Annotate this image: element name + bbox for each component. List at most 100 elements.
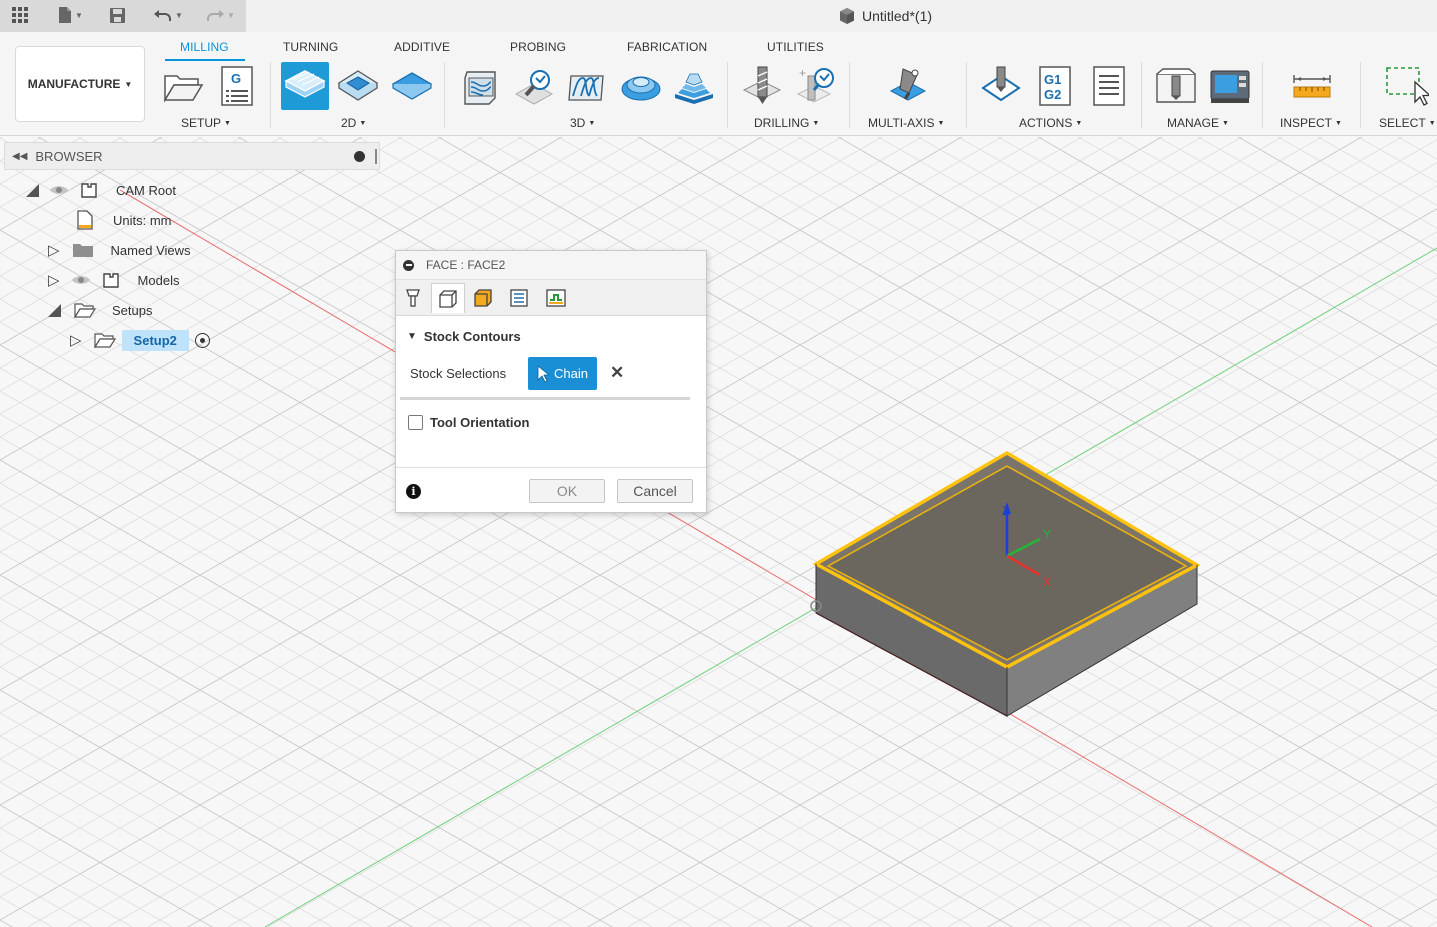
tool-orientation-row[interactable]: Tool Orientation (408, 415, 529, 430)
file-menu-button[interactable]: ▼ (50, 0, 90, 30)
chevron-down-icon: ▼ (1222, 119, 1229, 127)
select-tool-button[interactable] (1382, 62, 1430, 110)
tree-item-setups[interactable]: Setups (48, 298, 152, 322)
cancel-button[interactable]: Cancel (617, 479, 693, 503)
setup-sheet-icon (1093, 66, 1125, 106)
group-multi-axis-label: MULTI-AXIS (868, 116, 935, 130)
chevron-down-icon: ▼ (1428, 119, 1436, 127)
tab-heights[interactable] (466, 283, 500, 313)
collapsed-arrow-icon[interactable]: ▷ (70, 331, 82, 349)
tree-item-models[interactable]: ▷ Models (48, 268, 179, 292)
units-document-icon (77, 210, 93, 230)
eye-icon[interactable] (49, 183, 69, 197)
2d-contour-tool-button[interactable] (388, 62, 436, 110)
setup-tool-button[interactable] (159, 62, 207, 110)
chain-selection-button[interactable]: Chain (528, 357, 597, 390)
workspace-switcher-button[interactable]: MANUFACTURE ▼ (15, 46, 145, 122)
tab-passes[interactable] (502, 283, 536, 313)
2d-pocket-icon (337, 70, 379, 101)
2d-face-tool-button[interactable] (281, 62, 329, 110)
machine-library-icon (1210, 70, 1250, 103)
ok-button[interactable]: OK (529, 479, 605, 503)
multi-axis-tool-button[interactable] (884, 62, 932, 110)
3d-contour-tool-button[interactable] (670, 62, 718, 110)
simulate-tool-button[interactable] (977, 62, 1025, 110)
3d-scallop-tool-button[interactable] (617, 62, 665, 110)
tool-library-icon (1156, 68, 1196, 103)
svg-text:+: + (799, 66, 806, 80)
folder-open-icon (93, 333, 116, 348)
collapse-dialog-icon[interactable] (403, 259, 414, 271)
group-drilling-label: DRILLING (754, 116, 810, 130)
tab-fabrication[interactable]: FABRICATION (627, 40, 707, 54)
tab-turning[interactable]: TURNING (283, 40, 338, 54)
hole-recognition-tool-button[interactable]: + (792, 62, 840, 110)
nc-program-tool-button[interactable]: G (213, 62, 261, 110)
svg-text:G1: G1 (1044, 72, 1061, 87)
3d-viewport-canvas[interactable]: Z Y X (0, 137, 1437, 927)
ribbon-separator (1262, 62, 1263, 128)
group-manage[interactable]: MANAGE ▼ (1167, 116, 1229, 130)
quick-access-toolbar: ▼ ▼ ▼ (0, 0, 246, 32)
panel-option-icon[interactable] (354, 151, 365, 162)
3d-adaptive-tool-button[interactable] (456, 62, 504, 110)
collapse-panel-icon[interactable]: ◀◀ (12, 151, 27, 162)
group-inspect[interactable]: INSPECT ▼ (1280, 116, 1342, 130)
undo-button[interactable]: ▼ (147, 0, 189, 30)
measure-tool-button[interactable] (1288, 62, 1336, 110)
chevron-down-icon: ▼ (812, 119, 820, 127)
post-process-tool-button[interactable]: G1 G2 (1031, 62, 1079, 110)
tab-utilities[interactable]: UTILITIES (767, 40, 824, 54)
machine-library-tool-button[interactable] (1206, 62, 1254, 110)
group-drilling[interactable]: DRILLING ▼ (754, 116, 819, 130)
tree-item-setup2[interactable]: ▷ Setup2 (70, 328, 210, 352)
redo-button[interactable]: ▼ (199, 0, 241, 30)
save-icon[interactable] (106, 0, 128, 30)
chevron-down-icon: ▼ (224, 119, 231, 127)
target-icon[interactable] (194, 332, 210, 348)
dialog-title-bar[interactable]: FACE : FACE2 (396, 251, 706, 280)
folder-open-icon (74, 303, 96, 318)
group-3d[interactable]: 3D ▼ (570, 116, 595, 130)
section-collapse-icon: ▼ (407, 331, 417, 342)
tool-library-tool-button[interactable] (1152, 62, 1200, 110)
2d-adaptive-tool-button[interactable] (334, 62, 382, 110)
tab-additive[interactable]: ADDITIVE (394, 40, 450, 54)
tab-tool[interactable] (396, 283, 430, 313)
close-icon[interactable]: ✕ (610, 363, 624, 383)
info-icon[interactable]: i (406, 484, 421, 499)
expanded-arrow-icon[interactable] (48, 303, 61, 317)
tree-item-cam-root[interactable]: CAM Root (26, 178, 176, 202)
3d-parallel-tool-button[interactable] (563, 62, 611, 110)
3d-pocket-tool-button[interactable] (510, 62, 558, 110)
document-cube-icon (840, 8, 854, 24)
group-inspect-label: INSPECT (1280, 116, 1333, 130)
group-2d[interactable]: 2D ▼ (341, 116, 366, 130)
tab-milling[interactable]: MILLING (180, 40, 229, 54)
collapsed-arrow-icon[interactable]: ▷ (48, 271, 60, 289)
tab-linking[interactable] (539, 283, 573, 313)
tree-item-units[interactable]: Units: mm (76, 208, 172, 232)
nc-program-icon: G (221, 66, 253, 106)
eye-icon[interactable] (71, 273, 91, 287)
redo-icon (207, 10, 225, 21)
group-actions[interactable]: ACTIONS ▼ (1019, 116, 1082, 130)
tool-orientation-checkbox[interactable] (408, 415, 423, 430)
ribbon-separator (849, 62, 850, 128)
drill-tool-button[interactable] (738, 62, 786, 110)
tab-probing[interactable]: PROBING (510, 40, 566, 54)
apps-grid-icon[interactable] (8, 0, 32, 30)
tab-geometry[interactable] (431, 283, 465, 313)
axis-x-label: X (1043, 575, 1051, 589)
section-stock-contours[interactable]: ▼ Stock Contours (407, 329, 521, 344)
panel-resize-handle[interactable] (375, 149, 377, 164)
collapsed-arrow-icon[interactable]: ▷ (48, 241, 60, 259)
browser-panel-header[interactable]: ◀◀ BROWSER (4, 142, 380, 170)
expanded-arrow-icon[interactable] (26, 183, 39, 197)
document-title[interactable]: Untitled*(1) (838, 7, 932, 25)
tree-item-named-views[interactable]: ▷ Named Views (48, 238, 191, 262)
group-multi-axis[interactable]: MULTI-AXIS ▼ (868, 116, 944, 130)
group-select[interactable]: SELECT ▼ (1379, 116, 1436, 130)
group-setup[interactable]: SETUP ▼ (181, 116, 231, 130)
setup-sheet-tool-button[interactable] (1085, 62, 1133, 110)
